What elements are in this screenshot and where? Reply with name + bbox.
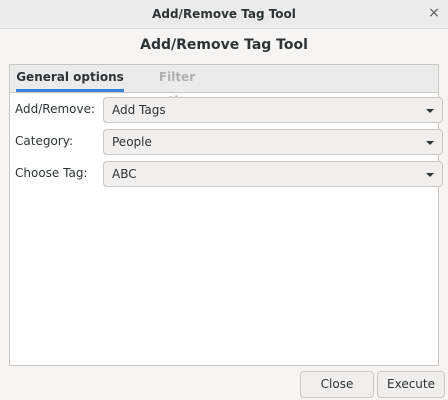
category-label: Category: <box>15 134 73 148</box>
category-select[interactable]: People <box>103 129 443 155</box>
close-button[interactable]: Close <box>300 371 374 398</box>
choose-tag-value: ABC <box>112 167 137 181</box>
add-remove-value: Add Tags <box>112 103 166 117</box>
execute-button[interactable]: Execute <box>377 371 445 398</box>
add-remove-row: Add/Remove: Add Tags <box>15 97 443 123</box>
tab-bar: General options Filter options <box>10 65 438 108</box>
chevron-down-icon <box>426 109 434 113</box>
chevron-down-icon <box>426 141 434 145</box>
options-notebook: General options Filter options Add/Remov… <box>9 64 443 366</box>
tab-general-options[interactable]: General options <box>16 65 124 92</box>
window-title: Add/Remove Tag Tool <box>152 7 296 21</box>
choose-tag-select[interactable]: ABC <box>103 161 443 187</box>
category-value: People <box>112 135 152 149</box>
close-icon[interactable]: × <box>426 5 442 21</box>
title-bar[interactable]: Add/Remove Tag Tool × <box>0 0 448 29</box>
tab-filter-options[interactable]: Filter options <box>132 65 222 108</box>
choose-tag-label: Choose Tag: <box>15 166 88 180</box>
choose-tag-row: Choose Tag: ABC <box>15 161 443 187</box>
add-remove-select[interactable]: Add Tags <box>103 97 443 123</box>
chevron-down-icon <box>426 173 434 177</box>
dialog-heading: Add/Remove Tag Tool <box>140 37 308 53</box>
dialog-window: Add/Remove Tag Tool × Add/Remove Tag Too… <box>0 0 448 400</box>
category-row: Category: People <box>15 129 443 155</box>
add-remove-label: Add/Remove: <box>15 102 96 116</box>
